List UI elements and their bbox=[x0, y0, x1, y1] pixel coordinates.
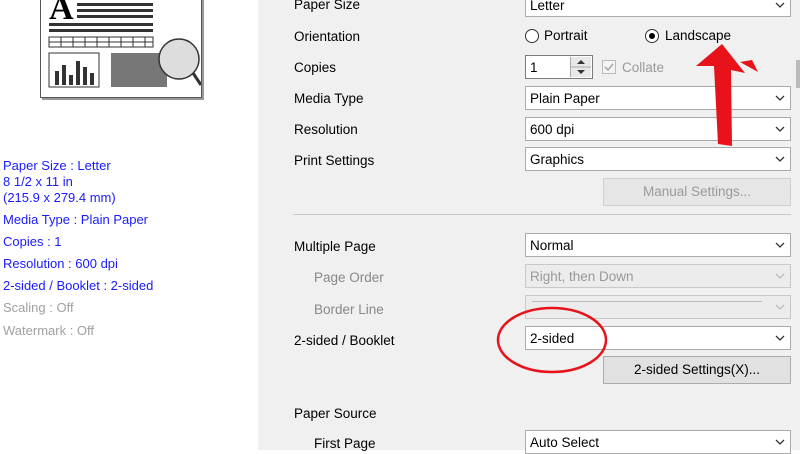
highlight-circle bbox=[496, 306, 608, 374]
red-annotation-overlay bbox=[496, 44, 758, 374]
red-arrow-icon bbox=[696, 44, 758, 146]
